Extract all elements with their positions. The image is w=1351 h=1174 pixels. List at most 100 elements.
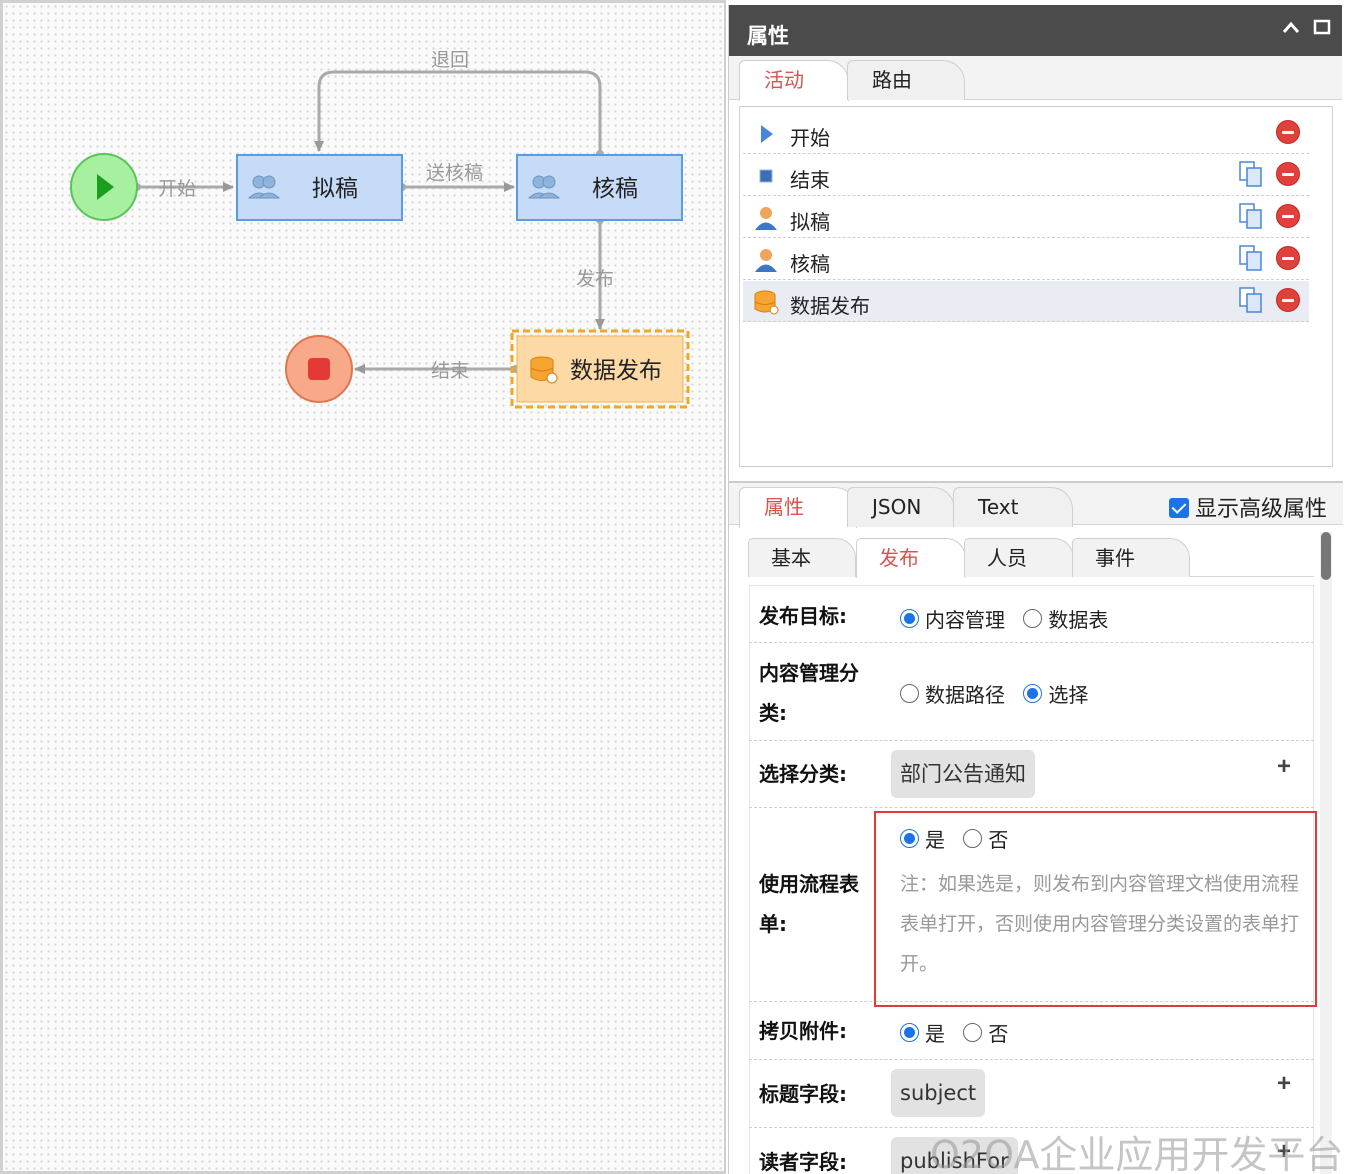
- tab-events[interactable]: 事件: [1072, 538, 1190, 577]
- category-chip[interactable]: 部门公告通知: [891, 750, 1035, 798]
- radio-unselected[interactable]: [963, 1023, 983, 1042]
- radio-label: 是: [925, 828, 945, 852]
- activity-item[interactable]: 核稿: [743, 239, 1309, 280]
- activity-label: 数据发布: [790, 294, 870, 318]
- field-label: 使用流程表单:: [759, 872, 859, 936]
- activity-label: 核稿: [790, 252, 830, 276]
- edge-label-submit: 送核稿: [426, 162, 483, 184]
- start-triangle-icon: [761, 125, 773, 143]
- activity-list: 开始 结束 拟稿 核稿 数据发布: [739, 106, 1333, 467]
- edge-submit[interactable]: 送核稿: [398, 162, 515, 192]
- radio-unselected[interactable]: [963, 829, 983, 848]
- field-label: 读者字段:: [759, 1150, 847, 1174]
- delete-icon[interactable]: [1276, 162, 1300, 186]
- edge-end[interactable]: 结束: [354, 360, 520, 382]
- end-node[interactable]: [285, 335, 353, 403]
- draft-node-label: 拟稿: [312, 176, 358, 202]
- edge-label-publish: 发布: [576, 268, 614, 290]
- review-node-label: 核稿: [592, 176, 638, 202]
- radio-label: 是: [925, 1022, 945, 1046]
- scrollbar-thumb[interactable]: [1321, 532, 1331, 580]
- title-field-chip[interactable]: subject: [891, 1069, 986, 1117]
- use-flow-form-note: 注：如果选是，则发布到内容管理文档使用流程表单打开，否则使用内容管理分类设置的表…: [900, 873, 1300, 975]
- radio-label: 数据路径: [925, 683, 1005, 707]
- publish-target-radios: 内容管理 数据表: [900, 604, 1120, 633]
- radio-label: 否: [988, 828, 1009, 852]
- edge-label-return: 退回: [431, 49, 469, 71]
- activity-item[interactable]: 结束: [743, 155, 1309, 196]
- row-cms-category: 内容管理分类: 数据路径 选择: [749, 643, 1314, 741]
- radio-unselected[interactable]: [900, 684, 919, 703]
- tab-personnel[interactable]: 人员: [964, 538, 1074, 577]
- radio-unselected[interactable]: [1023, 609, 1043, 628]
- field-label: 标题字段:: [759, 1082, 847, 1106]
- activity-label: 拟稿: [790, 210, 830, 234]
- add-icon[interactable]: +: [1277, 1070, 1291, 1098]
- copy-icon[interactable]: [1238, 244, 1264, 272]
- data-publish-node[interactable]: 数据发布: [510, 329, 690, 409]
- panel-title: 属性: [747, 24, 789, 48]
- activity-item-selected[interactable]: 数据发布: [743, 281, 1309, 322]
- publish-subtabbar: 基本 发布 人员 事件: [748, 535, 1314, 578]
- use-flow-form-radios: 是 否: [900, 824, 1020, 853]
- stop-icon: [308, 358, 330, 380]
- copy-icon[interactable]: [1238, 202, 1264, 230]
- publish-form: 发布目标: 内容管理 数据表 内容管理分类: 数据路径 选择 选择分类: 部门公…: [749, 585, 1314, 1174]
- row-select-category: 选择分类: 部门公告通知 +: [749, 741, 1314, 808]
- tab-route[interactable]: 路由: [847, 60, 965, 100]
- radio-selected[interactable]: [900, 1023, 919, 1042]
- tab-properties[interactable]: 属性: [739, 487, 857, 528]
- watermark: O2OA企业应用开发平台: [930, 1133, 1344, 1174]
- maximize-icon[interactable]: [1313, 18, 1331, 42]
- draft-node[interactable]: 拟稿: [236, 154, 403, 221]
- start-node[interactable]: [70, 153, 138, 221]
- tab-publish[interactable]: 发布: [856, 538, 966, 578]
- field-label: 选择分类:: [759, 762, 847, 786]
- row-copy-attachments: 拷贝附件: 是 否: [749, 1002, 1314, 1060]
- delete-icon[interactable]: [1276, 204, 1300, 228]
- cms-category-radios: 数据路径 选择: [900, 679, 1100, 708]
- activity-label: 结束: [790, 168, 830, 192]
- activity-tabbar: 活动 路由: [729, 56, 1342, 101]
- row-publish-target: 发布目标: 内容管理 数据表: [749, 585, 1314, 643]
- panel-header: 属性: [729, 5, 1342, 56]
- show-advanced-checkbox[interactable]: 显示高级属性: [1168, 491, 1327, 523]
- tab-basic[interactable]: 基本: [748, 538, 856, 577]
- activity-item[interactable]: 拟稿: [743, 197, 1309, 238]
- edge-start[interactable]: 开始: [133, 178, 234, 200]
- delete-icon[interactable]: [1276, 120, 1300, 144]
- row-use-flow-form: 使用流程表单: 是 否 注：如果选是，则发布到内容管理文档使用流程表单打开，否则…: [749, 808, 1314, 1002]
- edge-label-start: 开始: [158, 178, 196, 200]
- review-node[interactable]: 核稿: [516, 154, 683, 221]
- radio-label: 选择: [1048, 683, 1089, 707]
- edge-publish[interactable]: 发布: [576, 216, 614, 330]
- person-icon: [755, 207, 777, 230]
- tab-activity[interactable]: 活动: [739, 60, 849, 101]
- radio-selected[interactable]: [900, 829, 919, 848]
- edge-return[interactable]: 退回: [314, 49, 604, 158]
- property-tabbar: 属性 JSON Text 显示高级属性: [729, 481, 1343, 528]
- radio-selected[interactable]: [1023, 684, 1043, 703]
- add-icon[interactable]: +: [1277, 753, 1291, 781]
- flow-canvas[interactable]: 开始 送核稿 退回 发布 结束 拟稿 核稿 数据发布: [0, 0, 726, 1174]
- row-title-field: 标题字段: subject +: [749, 1060, 1314, 1128]
- activity-item[interactable]: 开始: [743, 113, 1309, 154]
- tab-json[interactable]: JSON: [847, 487, 955, 527]
- checkbox-checked-icon[interactable]: [1168, 498, 1189, 518]
- edge-label-end: 结束: [431, 360, 469, 382]
- field-label: 内容管理分类:: [759, 661, 859, 725]
- tab-text[interactable]: Text: [953, 487, 1073, 527]
- properties-panel: 属性 活动 路由 开始 结束 拟稿 核稿 数据发布 属性 JSON Text 显…: [728, 5, 1343, 1174]
- delete-icon[interactable]: [1276, 288, 1300, 312]
- show-advanced-label: 显示高级属性: [1194, 497, 1327, 522]
- radio-label: 数据表: [1048, 608, 1109, 632]
- copy-icon[interactable]: [1238, 160, 1264, 188]
- radio-selected[interactable]: [900, 609, 919, 628]
- copy-icon[interactable]: [1238, 286, 1264, 314]
- collapse-icon[interactable]: [1281, 18, 1301, 44]
- form-scrollbar[interactable]: [1320, 532, 1332, 1174]
- database-icon: [530, 356, 558, 384]
- delete-icon[interactable]: [1276, 246, 1300, 270]
- radio-label: 否: [988, 1022, 1009, 1046]
- data-publish-node-label: 数据发布: [570, 358, 662, 384]
